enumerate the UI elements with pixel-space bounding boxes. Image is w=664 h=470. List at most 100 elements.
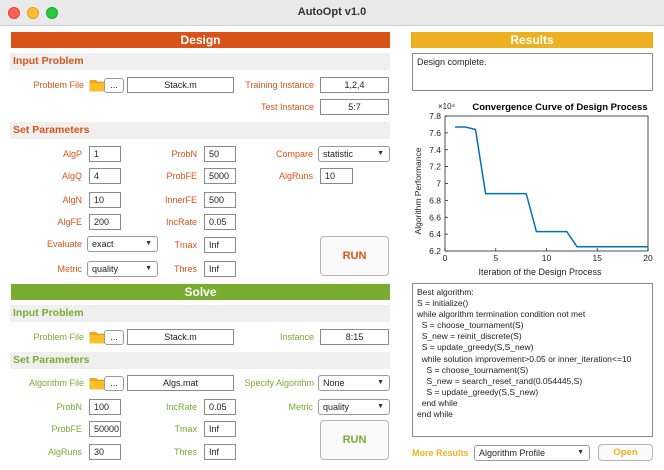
solve-algruns-field[interactable]: 30 — [89, 444, 121, 460]
solve-metric-label: Metric — [288, 402, 314, 412]
design-algruns-field[interactable]: 10 — [320, 168, 353, 184]
innerfe-field[interactable]: 500 — [204, 192, 236, 208]
test-instance-field[interactable]: 5:7 — [320, 99, 389, 115]
solve-incrate-field[interactable]: 0.05 — [204, 399, 236, 415]
instance-field[interactable]: 8:15 — [320, 329, 389, 345]
algp-field[interactable]: 1 — [89, 146, 121, 162]
design-metric-label: Metric — [57, 264, 83, 274]
probn-field[interactable]: 50 — [204, 146, 236, 162]
probn-label: ProbN — [171, 149, 197, 159]
evaluate-label: Evaluate — [46, 239, 82, 249]
incrate-label: IncRate — [165, 217, 197, 227]
x-tick-label: 10 — [542, 253, 552, 263]
probfe-label: ProbFE — [166, 171, 197, 181]
solve-algruns-label: AlgRuns — [47, 447, 82, 457]
algn-field[interactable]: 10 — [89, 192, 121, 208]
algfe-field[interactable]: 200 — [89, 214, 121, 230]
chart-axes: 0 5 10 15 20 6.2 6.4 6.6 6.8 7 7.2 7.4 7.6 7.8 — [429, 111, 653, 263]
solve-problem-browse-button[interactable]: ... — [104, 330, 124, 345]
solve-input-problem-header: Input Problem — [10, 305, 390, 322]
thres-field[interactable]: Inf — [204, 261, 236, 277]
more-results-value: Algorithm Profile — [479, 448, 546, 458]
y-tick-label: 6.4 — [429, 229, 441, 239]
training-instance-field[interactable]: 1,2,4 — [320, 77, 389, 93]
solve-problem-file-field[interactable]: Stack.m — [127, 329, 234, 345]
algorithm-file-label: Algorithm File — [28, 378, 84, 388]
solve-metric-dropdown[interactable]: quality ▼ — [318, 399, 390, 415]
y-tick-label: 7.8 — [429, 111, 441, 121]
specify-algorithm-value: None — [323, 378, 345, 388]
design-problem-file-field[interactable]: Stack.m — [127, 77, 234, 93]
algorithm-line: Best algorithm: — [417, 287, 474, 297]
chevron-down-icon: ▼ — [577, 449, 584, 456]
convergence-chart: Convergence Curve of Design Process ×10⁴… — [413, 102, 653, 277]
more-results-dropdown[interactable]: Algorithm Profile ▼ — [474, 445, 590, 461]
algorithm-line: S = initialize() — [417, 298, 469, 309]
design-set-parameters-header: Set Parameters — [10, 122, 390, 139]
x-tick-label: 0 — [443, 253, 448, 263]
algorithm-line: S_new = search_reset_rand(0.054445,S) — [417, 375, 583, 386]
solve-thres-label: Thres — [173, 447, 197, 457]
solve-probfe-label: ProbFE — [51, 424, 82, 434]
training-instance-label: Training Instance — [245, 80, 314, 90]
y-tick-label: 6.8 — [429, 195, 441, 205]
algorithm-line: S = choose_tournament(S) — [417, 320, 524, 331]
algorithm-file-browse-button[interactable]: ... — [104, 376, 124, 391]
algorithm-line: S = choose_tournament(S) — [417, 364, 529, 375]
algorithm-file-field[interactable]: Algs.mat — [127, 375, 234, 391]
y-tick-label: 7.6 — [429, 128, 441, 138]
solve-probn-label: ProbN — [56, 402, 82, 412]
results-band: Results — [411, 32, 653, 48]
solve-incrate-label: IncRate — [165, 402, 197, 412]
chart-title: Convergence Curve of Design Process — [472, 102, 647, 113]
design-input-problem-header: Input Problem — [10, 53, 390, 70]
solve-tmax-field[interactable]: Inf — [204, 421, 236, 437]
solve-probfe-field[interactable]: 50000 — [89, 421, 121, 437]
algp-label: AlgP — [62, 149, 82, 159]
algn-label: AlgN — [62, 195, 82, 205]
design-problem-file-label: Problem File — [33, 80, 84, 90]
open-button[interactable]: Open — [598, 444, 653, 461]
window-title: AutoOpt v1.0 — [297, 6, 367, 18]
results-status-text: Design complete. — [417, 57, 487, 67]
solve-problem-file-label: Problem File — [33, 332, 84, 342]
algorithm-line: end while — [417, 409, 453, 420]
chevron-down-icon: ▼ — [377, 403, 384, 410]
compare-value: statistic — [323, 149, 354, 159]
innerfe-label: InnerFE — [164, 195, 197, 205]
x-tick-label: 20 — [643, 253, 653, 263]
specify-algorithm-dropdown[interactable]: None ▼ — [318, 375, 390, 391]
algq-label: AlgQ — [61, 171, 82, 181]
chart-x-label: Iteration of the Design Process — [478, 267, 602, 277]
compare-dropdown[interactable]: statistic ▼ — [318, 146, 390, 162]
algorithm-line: S_new = reinit_discrete(S) — [417, 331, 522, 342]
title-bar: AutoOpt v1.0 — [0, 0, 664, 26]
compare-label: Compare — [275, 149, 313, 159]
chart-y-label: Algorithm Performance — [413, 147, 423, 234]
algorithm-line: while solution improvement>0.05 or inner… — [417, 353, 632, 364]
tmax-field[interactable]: Inf — [204, 237, 236, 253]
algorithm-line: S = update_greedy(S,S_new) — [417, 342, 534, 353]
design-run-button[interactable]: RUN — [320, 236, 389, 276]
solve-run-button[interactable]: RUN — [320, 420, 389, 460]
solve-band: Solve — [11, 284, 390, 300]
tmax-label: Tmax — [174, 240, 198, 250]
algorithm-line: end while — [417, 397, 458, 408]
y-tick-label: 6.2 — [429, 246, 441, 256]
x-tick-label: 5 — [493, 253, 498, 263]
best-algorithm-box: Best algorithm: S = initialize() while alg… — [412, 283, 653, 437]
design-band: Design — [11, 32, 390, 48]
solve-set-parameters-header: Set Parameters — [10, 352, 390, 369]
more-results-label: More Results — [412, 448, 469, 458]
algq-field[interactable]: 4 — [89, 168, 121, 184]
x-tick-label: 15 — [593, 253, 603, 263]
best-algorithm-text: Best algorithm: S = initialize() while alg… — [417, 287, 648, 420]
solve-thres-field[interactable]: Inf — [204, 444, 236, 460]
design-problem-browse-button[interactable]: ... — [104, 78, 124, 93]
probfe-field[interactable]: 5000 — [204, 168, 236, 184]
algorithm-line: S = update_greedy(S,S_new) — [417, 386, 539, 397]
results-status-box: Design complete. — [412, 53, 653, 91]
incrate-field[interactable]: 0.05 — [204, 214, 236, 230]
chevron-down-icon: ▼ — [377, 150, 384, 157]
solve-probn-field[interactable]: 100 — [89, 399, 121, 415]
